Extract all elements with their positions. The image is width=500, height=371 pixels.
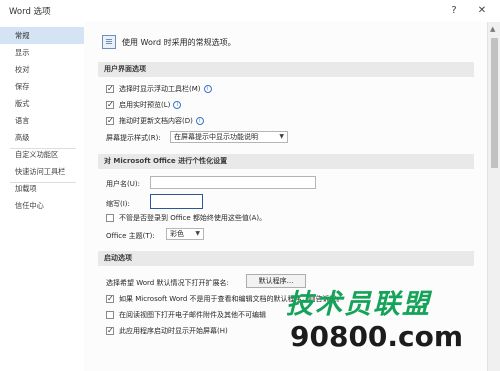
sidebar-item-save[interactable]: 保存 xyxy=(0,78,84,95)
option-label: 拖动时更新文档内容(D) xyxy=(119,117,193,125)
option-label: 在阅读视图下打开电子邮件附件及其他不可编辑 xyxy=(119,311,266,319)
option-show-start-screen[interactable]: 此应用程序启动时显示开始屏幕(H) xyxy=(106,325,228,337)
option-label: 如果 Microsoft Word 不是用于查看和编辑文档的默认程序，则告诉我。 xyxy=(119,295,344,303)
info-icon: i xyxy=(203,85,212,93)
section-header-startup: 启动选项 xyxy=(98,251,474,266)
screentip-style-label: 屏幕提示样式(R): xyxy=(106,134,161,142)
option-label: 此应用程序启动时显示开始屏幕(H) xyxy=(119,327,228,335)
chevron-down-icon: ▼ xyxy=(279,133,284,140)
mini-toolbar-checkbox[interactable] xyxy=(106,83,114,95)
sidebar-item-add-ins[interactable]: 加载项 xyxy=(0,180,84,197)
username-label: 用户名(U): xyxy=(106,180,140,188)
office-theme-label: Office 主题(T): xyxy=(106,232,155,240)
close-button[interactable]: ✕ xyxy=(471,2,493,20)
scrollbar-thumb[interactable] xyxy=(491,38,498,168)
info-icon: i xyxy=(195,117,204,125)
show-start-screen-checkbox[interactable] xyxy=(106,325,114,337)
sidebar-item-proofing[interactable]: 校对 xyxy=(0,61,84,78)
chevron-down-icon: ▼ xyxy=(195,230,200,237)
sidebar-item-trust-center[interactable]: 信任中心 xyxy=(0,197,84,214)
sidebar-item-language[interactable]: 语言 xyxy=(0,112,84,129)
sidebar-item-display[interactable]: 显示 xyxy=(0,44,84,61)
username-field[interactable] xyxy=(150,176,316,189)
live-preview-checkbox[interactable] xyxy=(106,99,114,111)
info-icon: i xyxy=(173,101,182,109)
always-use-values-checkbox[interactable] xyxy=(106,214,114,222)
sidebar-item-general[interactable]: 常规 xyxy=(0,27,84,44)
option-mini-toolbar[interactable]: 选择时显示浮动工具栏(M)i xyxy=(106,83,212,95)
section-header-ui-options: 用户界面选项 xyxy=(98,62,474,77)
default-extensions-label: 选择希望 Word 默认情况下打开扩展名: xyxy=(106,279,229,287)
options-panel: 使用 Word 时采用的常规选项。 用户界面选项 选择时显示浮动工具栏(M)i … xyxy=(84,22,487,371)
option-always-use-values[interactable]: 不管是否登录到 Office 都始终使用这些值(A)。 xyxy=(106,212,266,224)
option-open-attachments-reading[interactable]: 在阅读视图下打开电子邮件附件及其他不可编辑 xyxy=(106,309,266,321)
initials-field[interactable] xyxy=(150,194,203,209)
option-label: 选择时显示浮动工具栏(M) xyxy=(119,85,201,93)
default-programs-button[interactable]: 默认程序... xyxy=(246,274,306,288)
screentip-style-value: 在屏幕提示中显示功能说明 xyxy=(174,133,258,141)
screentip-style-dropdown[interactable]: 在屏幕提示中显示功能说明 ▼ xyxy=(170,131,288,143)
update-while-drag-checkbox[interactable] xyxy=(106,115,114,127)
window-title: Word 选项 xyxy=(9,7,51,17)
option-tell-not-default[interactable]: 如果 Microsoft Word 不是用于查看和编辑文档的默认程序，则告诉我。 xyxy=(106,293,344,305)
office-theme-dropdown[interactable]: 彩色 ▼ xyxy=(166,228,204,240)
initials-label: 缩写(I): xyxy=(106,200,130,208)
scroll-up-icon[interactable]: ▲ xyxy=(490,25,495,33)
vertical-scrollbar[interactable]: ▲ xyxy=(487,22,500,371)
option-label: 不管是否登录到 Office 都始终使用这些值(A)。 xyxy=(119,214,267,222)
sidebar-item-layout[interactable]: 版式 xyxy=(0,95,84,112)
option-live-preview[interactable]: 启用实时预览(L)i xyxy=(106,99,182,111)
open-attachments-reading-checkbox[interactable] xyxy=(106,311,114,319)
intro-text: 使用 Word 时采用的常规选项。 xyxy=(122,38,236,47)
option-update-while-drag[interactable]: 拖动时更新文档内容(D)i xyxy=(106,115,204,127)
general-options-icon xyxy=(102,35,116,49)
section-header-personalize: 对 Microsoft Office 进行个性化设置 xyxy=(98,154,474,169)
office-theme-value: 彩色 xyxy=(170,230,184,238)
sidebar-item-customize-ribbon[interactable]: 自定义功能区 xyxy=(0,146,84,163)
sidebar: 常规 显示 校对 保存 版式 语言 高级 自定义功能区 快速访问工具栏 加载项 … xyxy=(0,22,85,371)
sidebar-item-quick-access-toolbar[interactable]: 快速访问工具栏 xyxy=(0,163,84,180)
sidebar-item-advanced[interactable]: 高级 xyxy=(0,129,84,146)
help-button[interactable]: ? xyxy=(443,2,465,20)
tell-not-default-checkbox[interactable] xyxy=(106,293,114,305)
option-label: 启用实时预览(L) xyxy=(119,101,171,109)
title-bar: Word 选项 ? ✕ xyxy=(0,0,500,23)
